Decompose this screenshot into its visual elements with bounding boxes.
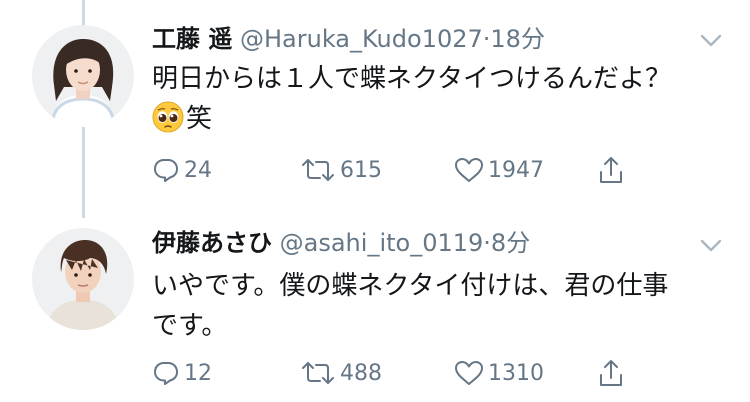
reply-icon [152,360,180,386]
tweet-text: 明日からは１人で蝶ネクタイつけるんだよ？ 笑 [152,59,720,139]
tweet-actions: 12 488 1310 [152,353,712,393]
reply-count: 24 [184,157,212,183]
retweet-icon [300,157,336,183]
tweet[interactable]: 伊藤あさひ @asahi_ito_0119·8分 いやです。僕の蝶ネクタイ付けは… [0,208,750,402]
share-icon [598,358,624,388]
avatar[interactable] [32,228,134,330]
tweet-header: 伊藤あさひ @asahi_ito_0119·8分 [152,226,690,260]
pleading-face-emoji-icon [152,101,184,133]
reply-icon [152,157,180,183]
separator: · [483,229,491,257]
retweet-icon [300,360,336,386]
chevron-down-icon[interactable] [700,33,722,47]
retweet-button[interactable]: 488 [300,353,382,393]
timestamp[interactable]: 8分 [491,229,530,257]
heart-icon [454,157,484,183]
display-name[interactable]: 工藤 遥 [152,25,232,53]
like-count: 1310 [488,360,544,386]
retweet-count: 488 [340,360,382,386]
avatar[interactable] [32,25,134,127]
tweet-text-line: です。 [152,311,228,341]
tweet-text-line: いやです。僕の蝶ネクタイ付けは、君の仕事 [152,271,669,301]
display-name[interactable]: 伊藤あさひ [152,229,272,257]
tweet-text-line: 明日からは１人で蝶ネクタイつけるんだよ？ [152,64,671,94]
tweet-actions: 24 615 1947 [152,150,712,190]
tweet-text-word: 笑 [186,104,213,134]
tweet-text: いやです。僕の蝶ネクタイ付けは、君の仕事 です。 [152,266,720,346]
like-button[interactable]: 1310 [454,353,544,393]
heart-icon [454,360,484,386]
chevron-down-icon[interactable] [700,238,722,252]
share-button[interactable] [598,353,624,393]
user-handle[interactable]: @Haruka_Kudo1027 [240,25,483,53]
like-button[interactable]: 1947 [454,150,544,190]
reply-button[interactable]: 24 [152,150,212,190]
user-handle[interactable]: @asahi_ito_0119 [280,229,484,257]
share-button[interactable] [598,150,624,190]
retweet-count: 615 [340,157,382,183]
tweet-header: 工藤 遥 @Haruka_Kudo1027·18分 [152,22,690,56]
share-icon [598,155,624,185]
tweet[interactable]: 工藤 遥 @Haruka_Kudo1027·18分 明日からは１人で蝶ネクタイつ… [0,0,750,208]
reply-button[interactable]: 12 [152,353,212,393]
retweet-button[interactable]: 615 [300,150,382,190]
like-count: 1947 [488,157,544,183]
timestamp[interactable]: 18分 [490,25,545,53]
tweet-text-line: 笑 [152,99,720,139]
reply-count: 12 [184,360,212,386]
